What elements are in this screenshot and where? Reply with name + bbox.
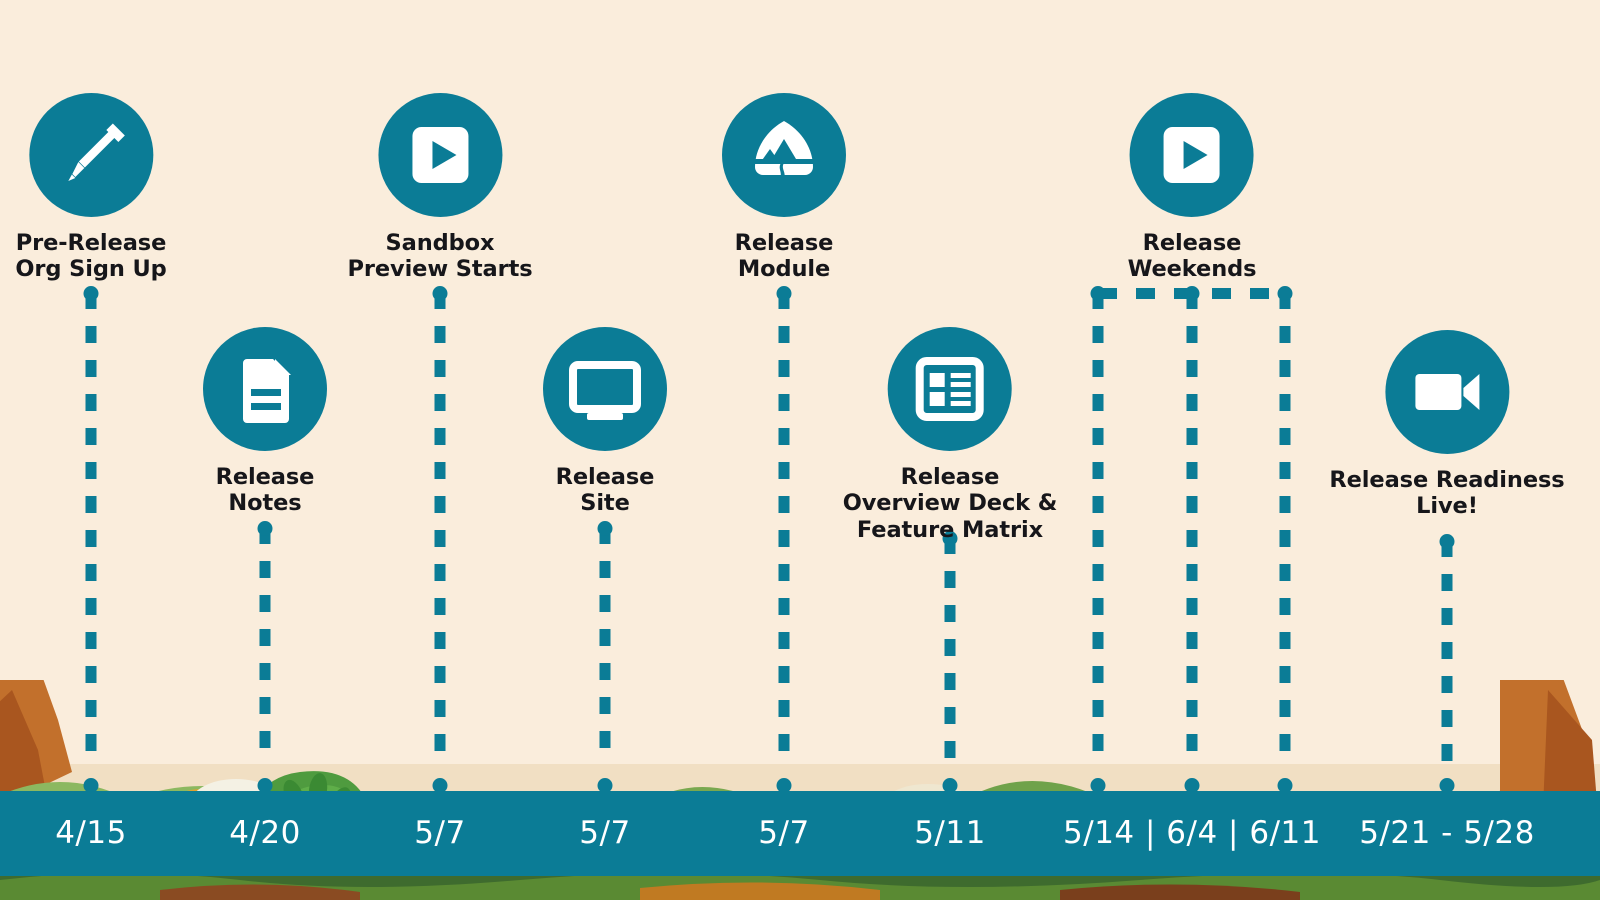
release-notes-label: Release Notes [203,464,327,517]
connector-line-pre-release-org-sign-up [85,292,97,765]
sandbox-preview-starts-circle[interactable] [378,93,502,217]
connector-dot-sandbox-preview-starts [432,286,448,301]
pencil-icon [67,123,125,181]
date-label-release-overview-deck: 5/11 [914,815,986,851]
milestone-sandbox-preview-starts[interactable]: Sandbox Preview Starts [347,93,533,283]
milestone-pre-release-org-sign-up[interactable]: Pre-Release Org Sign Up [15,93,167,283]
release-readiness-live-circle[interactable] [1385,330,1509,454]
milestone-release-notes[interactable]: Release Notes [203,327,327,517]
milestone-release-site[interactable]: Release Site [543,327,667,517]
label-line: Preview Starts [347,256,533,283]
document-icon [243,359,291,423]
monitor-icon [569,361,641,420]
connector-dot-release-site [597,521,613,536]
label-line: Module [737,256,831,283]
label-line: Release [215,464,315,490]
layout-list-icon [915,357,984,421]
label-line: Feature Matrix [856,516,1044,543]
label-line: Overview Deck & [842,490,1058,517]
milestone-release-readiness-live[interactable]: Release Readiness Live! [1329,330,1565,520]
date-label-release-module: 5/7 [758,815,810,851]
play-icon [412,127,468,183]
release-site-circle[interactable] [543,327,667,451]
connector-line-release-overview-deck [944,537,956,765]
release-readiness-live-label: Release Readiness Live! [1329,467,1564,520]
label-line: Release [734,230,834,256]
pre-release-org-sign-up-circle[interactable] [28,93,153,217]
date-label-release-weekends: 5/14 | 6/4 | 6/11 [1063,815,1321,851]
milestone-release-overview-deck-feature-matrix[interactable]: Release Overview Deck & Feature Matrix [843,327,1058,543]
label-line: Weekends [1127,256,1257,283]
connector-dot-release-notes [257,521,273,536]
release-weekends-circle[interactable] [1130,93,1254,217]
date-label-pre-release-org-sign-up: 4/15 [55,815,127,851]
release-module-label: Release Module [722,230,846,283]
play-icon [1164,127,1220,183]
release-notes-circle[interactable] [203,327,327,451]
date-label-release-readiness-live: 5/21 - 5/28 [1359,815,1535,851]
milestone-release-module[interactable]: Release Module [722,93,846,283]
date-label-release-site: 5/7 [579,815,631,851]
label-line: Sandbox [385,230,495,256]
connector-line-release-notes [259,527,271,765]
trailhead-badge-icon [755,121,813,181]
label-line: Release [900,464,1000,490]
label-line: Live! [1416,493,1478,520]
connector-line-release-weekends-right [1279,292,1291,765]
date-label-release-notes: 4/20 [229,815,301,851]
release-module-circle[interactable] [722,93,846,217]
connector-dot-release-weekends-left [1090,286,1106,301]
connector-dot-pre-release-org-sign-up [83,286,99,301]
release-overview-deck-label: Release Overview Deck & Feature Matrix [843,464,1058,543]
label-line: Release [1142,230,1242,256]
connector-line-release-weekends-left [1092,292,1104,765]
connector-dot-release-weekends-mid [1184,286,1200,301]
connector-line-release-site [599,527,611,765]
label-line: Notes [228,490,302,517]
sandbox-preview-starts-label: Sandbox Preview Starts [347,230,532,283]
connector-line-sandbox-preview-starts [434,292,446,765]
connector-line-release-weekends-mid [1186,292,1198,765]
connector-dot-release-module [776,286,792,301]
label-line: Release Readiness [1329,467,1565,493]
label-line: Org Sign Up [15,256,167,283]
release-weekends-label: Release Weekends [1128,230,1257,283]
connector-line-release-readiness-live [1441,540,1453,765]
pre-release-org-sign-up-label: Pre-Release Org Sign Up [15,230,166,283]
release-site-label: Release Site [543,464,667,517]
timeline-infographic: Pre-Release Org Sign Up Release Notes Sa… [0,0,1600,900]
milestone-release-weekends[interactable]: Release Weekends [1128,93,1257,283]
connector-dot-release-readiness-live [1439,534,1455,549]
video-camera-icon [1415,374,1479,410]
label-line: Pre-Release [15,230,167,256]
connector-line-release-module [778,292,790,765]
date-label-sandbox-preview-starts: 5/7 [414,815,466,851]
release-overview-deck-circle[interactable] [887,327,1012,451]
label-line: Release [555,464,655,490]
connector-dot-release-weekends-right [1277,286,1293,301]
label-line: Site [580,490,630,517]
